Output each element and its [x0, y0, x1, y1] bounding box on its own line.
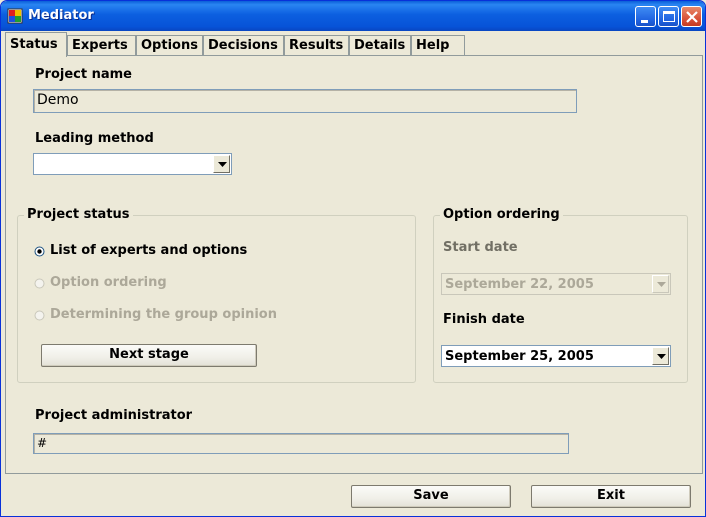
project-admin-field[interactable]: # [33, 433, 569, 454]
close-button[interactable] [681, 6, 702, 27]
exit-button[interactable]: Exit [531, 485, 691, 508]
radio-selected-icon [34, 246, 45, 257]
start-date-dropdown-button[interactable] [652, 275, 669, 293]
next-stage-button[interactable]: Next stage [41, 344, 257, 367]
project-name-label: Project name [35, 67, 132, 82]
start-date-value: September 22, 2005 [445, 277, 594, 292]
close-icon [686, 11, 698, 23]
option-ordering-title: Option ordering [440, 207, 563, 222]
finish-date-label: Finish date [443, 312, 525, 327]
window-title: Mediator [28, 8, 94, 23]
leading-method-select[interactable] [33, 153, 232, 175]
tab-help[interactable]: Help [411, 35, 465, 56]
title-bar[interactable]: Mediator [1, 1, 705, 31]
chevron-down-icon [657, 354, 666, 359]
tab-strip: Status Experts Options Decisions Results… [5, 32, 703, 57]
maximize-button[interactable] [658, 6, 679, 27]
maximize-icon [663, 11, 675, 22]
finish-date-dropdown-button[interactable] [652, 347, 669, 365]
tab-status[interactable]: Status [5, 32, 67, 57]
project-name-field[interactable]: Demo [33, 89, 577, 113]
radio-unselected-icon [34, 310, 45, 321]
chevron-down-icon [218, 162, 227, 167]
tab-results[interactable]: Results [284, 35, 349, 56]
mediator-app-icon [7, 8, 23, 24]
finish-date-value: September 25, 2005 [445, 349, 594, 364]
project-admin-value: # [37, 436, 48, 450]
radio-group-opinion-label: Determining the group opinion [50, 307, 277, 322]
save-button[interactable]: Save [351, 485, 511, 508]
leading-method-dropdown-button[interactable] [213, 155, 230, 173]
tab-options[interactable]: Options [136, 35, 203, 56]
project-name-value: Demo [37, 92, 79, 108]
radio-unselected-icon [34, 278, 45, 289]
minimize-button[interactable] [635, 6, 656, 27]
start-date-label: Start date [443, 240, 518, 255]
project-admin-label: Project administrator [35, 408, 193, 423]
radio-list-of-experts-label: List of experts and options [50, 243, 248, 258]
main-window: Mediator Status Experts Options Decision… [0, 0, 706, 517]
tab-decisions[interactable]: Decisions [203, 35, 284, 56]
tab-details[interactable]: Details [349, 35, 411, 56]
tab-experts[interactable]: Experts [67, 35, 136, 56]
chevron-down-icon [657, 282, 666, 287]
minimize-icon [641, 20, 648, 23]
start-date-picker[interactable]: September 22, 2005 [441, 273, 671, 295]
finish-date-picker[interactable]: September 25, 2005 [441, 345, 671, 367]
leading-method-label: Leading method [35, 131, 154, 146]
project-status-title: Project status [24, 207, 133, 222]
radio-option-ordering-label: Option ordering [50, 275, 167, 290]
